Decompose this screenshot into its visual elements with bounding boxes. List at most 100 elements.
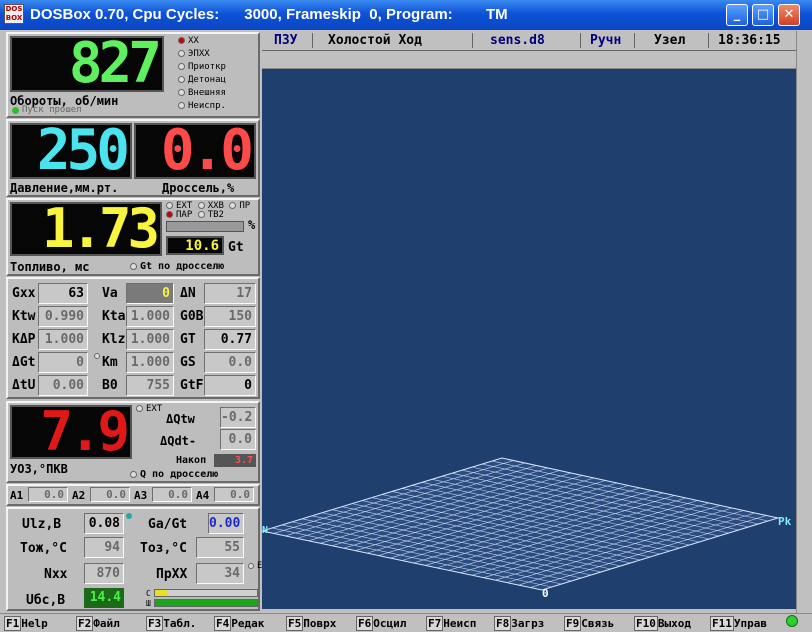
- radio-icon: [248, 562, 254, 569]
- status-node[interactable]: Узел: [654, 31, 685, 50]
- a-name: A1: [10, 489, 24, 502]
- ignition-ext-option[interactable]: EXT: [136, 404, 162, 414]
- status-strip: ПЗУ Холостой Ход sens.d8 Ручн Узел 18:36…: [262, 31, 796, 51]
- plot-origin-label: 0: [542, 587, 549, 600]
- fuel-options-row2: ПАР ТВ2: [166, 210, 224, 220]
- status-separator: [312, 33, 313, 48]
- fkey-f7[interactable]: F7 Неисп: [426, 615, 476, 632]
- nxx-label: Nxx: [44, 567, 68, 582]
- param-value: 0.0: [204, 352, 256, 373]
- option-tv2: ТВ2: [207, 210, 224, 220]
- param-value: 0: [38, 352, 88, 373]
- minimize-button[interactable]: _: [726, 4, 748, 26]
- fkey-label: Табл.: [163, 617, 197, 630]
- fkey-code: F8: [494, 616, 512, 631]
- gagt-label: Ga/Gt: [148, 517, 188, 532]
- fkey-code: F7: [426, 616, 444, 631]
- fkey-f3[interactable]: F3 Табл.: [146, 615, 196, 632]
- fuel-percent-bar: [166, 221, 244, 232]
- fkey-label: Выход: [657, 617, 691, 630]
- surface-plot-area[interactable]: Pk 0 N: [261, 69, 796, 609]
- q-throttle-option[interactable]: Q по дросселю: [130, 469, 218, 480]
- a-value: 0.0: [90, 487, 130, 502]
- fkey-f6[interactable]: F6 Осцил: [356, 615, 406, 632]
- gt-display: 10.6: [166, 236, 224, 255]
- w-label: Ш: [146, 599, 151, 608]
- param-name: Km: [102, 355, 118, 370]
- fkey-code: F1: [4, 616, 22, 631]
- fkey-f11[interactable]: F11 Управ: [710, 615, 767, 632]
- close-button[interactable]: ✕: [778, 4, 800, 26]
- radio-selected-icon[interactable]: [166, 211, 173, 218]
- radio-icon: [130, 470, 137, 478]
- param-value: 0.00: [38, 375, 88, 396]
- mode-list: XX ЭПХХ Приоткр Детонац Внешняя Неиспр.: [178, 36, 258, 114]
- radio-icon: [178, 50, 185, 57]
- mode-item-vneshnyaya[interactable]: Внешняя: [178, 88, 258, 101]
- window-title-bar[interactable]: DOS BOX DOSBox 0.70, Cpu Cycles: 3000, Fr…: [0, 0, 812, 30]
- toz-value: 55: [196, 537, 244, 558]
- fkey-f9[interactable]: F9 Связь: [564, 615, 614, 632]
- e-option[interactable]: E: [248, 561, 262, 571]
- param-name: GS: [180, 355, 196, 370]
- fkey-f8[interactable]: F8 Загрз: [494, 615, 544, 632]
- status-hand[interactable]: Ручн: [590, 31, 621, 50]
- maximize-button[interactable]: □: [752, 4, 774, 26]
- fuel-percent-label: %: [248, 218, 256, 232]
- radio-icon: [178, 63, 185, 70]
- right-scroll-edge[interactable]: [796, 31, 812, 613]
- window-title: DOSBox 0.70, Cpu Cycles: 3000, Frameskip…: [30, 6, 508, 23]
- maximize-icon: □: [756, 7, 770, 22]
- radio-icon[interactable]: [197, 211, 205, 218]
- throttle-display: 0.0: [134, 123, 256, 179]
- start-status-label: Пуск прошел: [22, 105, 82, 115]
- status-time: 18:36:15: [718, 33, 781, 48]
- radio-icon[interactable]: [229, 202, 237, 209]
- dosbox-app-icon[interactable]: DOS BOX: [4, 4, 24, 24]
- minimize-icon: _: [733, 7, 741, 22]
- status-file[interactable]: sens.d8: [490, 31, 545, 50]
- fkey-f2[interactable]: F2 Файл: [76, 615, 120, 632]
- toolbar-blank: [262, 51, 796, 69]
- radio-icon: [178, 89, 185, 96]
- mode-item-epxx[interactable]: ЭПХХ: [178, 49, 258, 62]
- mode-item-detonats[interactable]: Детонац: [178, 75, 258, 88]
- q-throttle-label: Q по дросселю: [140, 469, 219, 480]
- status-pzu[interactable]: ПЗУ: [274, 31, 297, 50]
- param-name: Kta: [102, 309, 126, 324]
- radio-icon[interactable]: [166, 202, 173, 209]
- gt-value: 10.6: [185, 238, 219, 254]
- nakop-value: 3.7: [214, 454, 256, 467]
- mode-label: Детонац: [188, 75, 226, 85]
- gt-throttle-option[interactable]: Gt по дросселю: [130, 261, 224, 272]
- ubs-value: 14.4: [84, 588, 124, 608]
- start-indicator-icon: [12, 107, 19, 114]
- params-panel: Gxx 63 Va 0 ΔN 17 Ktw 0.990 Kta 1.000 G0B 150 KΔP 1.0…: [6, 277, 260, 399]
- fkey-f1[interactable]: F1 Help: [4, 615, 48, 632]
- mode-label: ЭПХХ: [188, 49, 210, 59]
- c-label: C: [146, 589, 151, 598]
- radio-icon[interactable]: [197, 202, 205, 209]
- ulz-label: Ulz,B: [22, 517, 62, 532]
- status-separator: [472, 33, 473, 48]
- fkey-f5[interactable]: F5 Поврх: [286, 615, 336, 632]
- status-mode: Холостой Ход: [328, 33, 422, 48]
- fkey-f4[interactable]: F4 Редак: [214, 615, 264, 632]
- mode-item-xx[interactable]: XX: [178, 36, 258, 49]
- fkey-f10[interactable]: F10 Выход: [634, 615, 691, 632]
- fuel-panel: 1.73 EXT XXB ПР ПАР ТВ2 % 10.6 Gt Топлив…: [6, 198, 260, 276]
- mode-label: XX: [188, 36, 199, 46]
- fkey-code: F10: [634, 616, 658, 631]
- fkey-code: F11: [710, 616, 734, 631]
- option-pr: ПР: [239, 201, 251, 211]
- radio-icon: [178, 76, 185, 83]
- param-name: GT: [180, 332, 196, 347]
- radio-icon: [136, 405, 143, 412]
- param-name: GtF: [180, 378, 204, 393]
- param-radio-icon[interactable]: [94, 353, 100, 359]
- fkey-code: F5: [286, 616, 304, 631]
- nxx-value: 870: [84, 563, 124, 584]
- mode-item-priotkr[interactable]: Приоткр: [178, 62, 258, 75]
- fkey-label: Загрз: [511, 617, 545, 630]
- mode-item-neispr[interactable]: Неиспр.: [178, 101, 258, 114]
